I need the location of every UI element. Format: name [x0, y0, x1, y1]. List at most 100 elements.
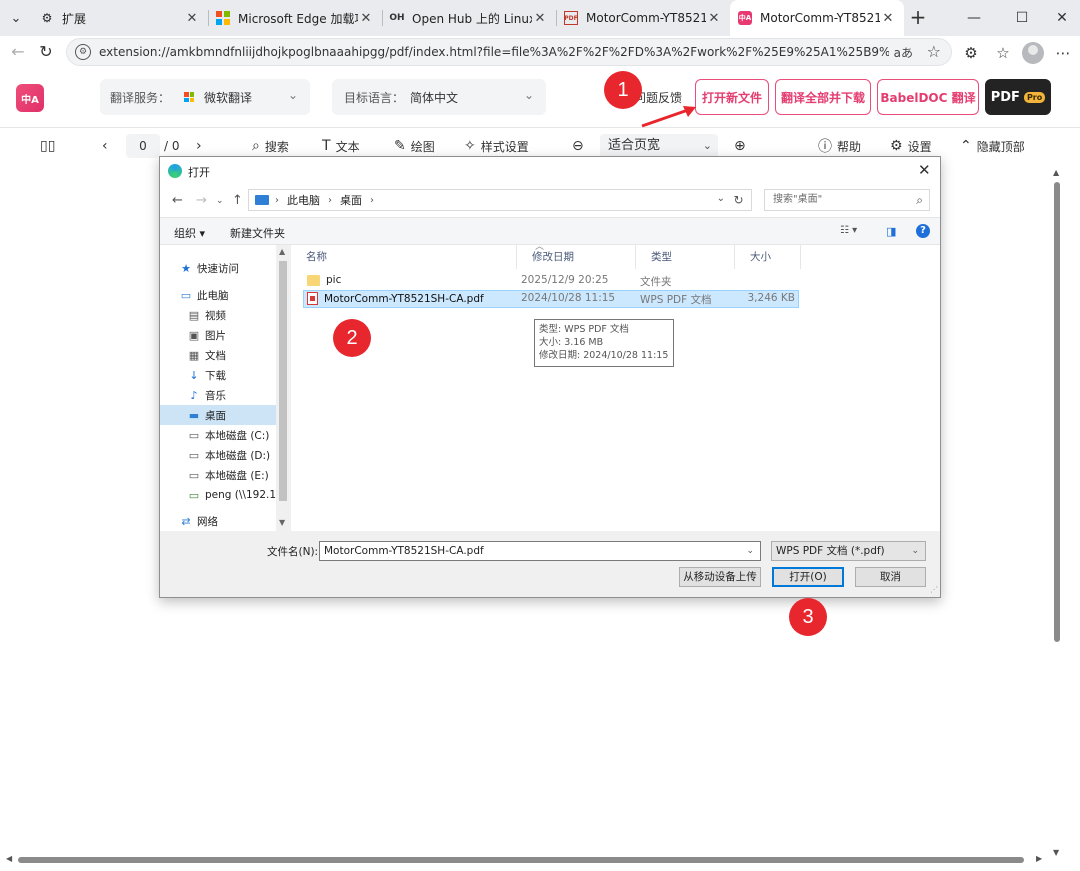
file-row-pic[interactable]: pic 2025/12/9 20:25 文件夹 — [303, 272, 799, 290]
up-folder-icon[interactable]: ↑ — [232, 193, 243, 208]
help-icon[interactable]: ? — [916, 224, 930, 238]
open-new-file-button[interactable]: 打开新文件 — [695, 79, 769, 115]
chevron-down-icon[interactable]: ⌄ — [746, 542, 754, 560]
forward-icon[interactable]: → — [196, 193, 207, 208]
horizontal-scrollbar[interactable]: ◀ ▶ — [0, 854, 1050, 866]
open-button[interactable]: 打开(O) — [772, 567, 844, 587]
new-tab-icon[interactable]: + — [906, 6, 930, 30]
upload-from-mobile-button[interactable]: 从移动设备上传 — [679, 567, 761, 587]
zoom-select[interactable]: 适合页宽 ⌄ — [600, 134, 718, 158]
settings-button[interactable]: ⚙ 设置 — [890, 136, 932, 156]
pro-badge: Pro — [1023, 91, 1046, 103]
scroll-thumb[interactable] — [1054, 182, 1060, 642]
tab-actions-menu-icon[interactable]: ⌄ — [6, 8, 26, 28]
nav-label: 本地磁盘 (E:) — [205, 469, 269, 482]
nav-label: 图片 — [205, 329, 226, 342]
vertical-scrollbar[interactable]: ▲ ▼ — [1052, 168, 1062, 862]
close-window-icon[interactable]: ✕ — [1050, 6, 1074, 30]
file-size: 3,246 KB — [747, 292, 796, 304]
zoom-in-icon[interactable]: ⊕ — [734, 136, 751, 156]
close-tab-icon[interactable]: ✕ — [532, 11, 548, 26]
view-options-icon[interactable]: ☷ ▾ — [840, 225, 857, 236]
refresh-icon[interactable]: ↻ — [726, 189, 752, 211]
extensions-icon[interactable]: ⚙ — [960, 42, 982, 64]
pen-icon: ✎ — [394, 138, 406, 154]
organize-button[interactable]: 组织 ▾ — [174, 225, 205, 241]
nav-desktop[interactable]: ▬ 桌面 — [160, 405, 276, 425]
sidebar-toggle-icon[interactable]: ▯▯ — [40, 136, 60, 156]
nav-label: 下载 — [205, 369, 226, 382]
preview-pane-icon[interactable]: ◨ — [886, 225, 896, 238]
nav-label: 文档 — [205, 349, 226, 362]
babeldoc-translate-button[interactable]: BabelDOC 翻译 — [877, 79, 979, 115]
tab-translate-pdf-active[interactable]: 中A MotorComm-YT8521SH-CA ✕ — [730, 0, 904, 36]
search-button[interactable]: ⌕ 搜索 — [252, 136, 289, 156]
scroll-thumb[interactable] — [279, 261, 287, 501]
more-menu-icon[interactable]: ⋯ — [1052, 42, 1074, 64]
search-input[interactable]: 搜索"桌面" ⌕ — [764, 189, 930, 211]
filename-input[interactable]: MotorComm-YT8521SH-CA.pdf ⌄ — [319, 541, 761, 561]
column-header-type[interactable]: 类型 — [636, 245, 735, 269]
favorites-icon[interactable]: ☆ — [992, 42, 1014, 64]
translate-all-download-button[interactable]: 翻译全部并下载 — [775, 79, 871, 115]
cancel-button[interactable]: 取消 — [855, 567, 926, 587]
chevron-up-circle-icon: ⌃ — [960, 138, 972, 154]
new-folder-button[interactable]: 新建文件夹 — [230, 225, 285, 241]
close-tab-icon[interactable]: ✕ — [880, 11, 896, 26]
close-icon[interactable]: ✕ — [918, 161, 931, 179]
pdf-pro-button[interactable]: PDF Pro — [985, 79, 1051, 115]
close-tab-icon[interactable]: ✕ — [706, 11, 722, 26]
back-icon[interactable]: ← — [172, 193, 183, 208]
dialog-titlebar: 打开 ✕ — [160, 157, 940, 185]
scroll-down-icon[interactable]: ▼ — [1053, 848, 1059, 857]
column-header-name[interactable]: 名称 — [291, 245, 517, 269]
breadcrumb-this-pc[interactable]: 此电脑 — [287, 192, 320, 208]
tab-pdf-file[interactable]: PDF MotorComm-YT8521SH-CA ✕ — [556, 0, 730, 36]
zoom-out-icon[interactable]: ⊖ — [572, 136, 589, 156]
tab-openhub[interactable]: OH Open Hub 上的 Linux 内核开 ✕ — [382, 0, 556, 36]
tab-edge-addons[interactable]: Microsoft Edge 加载项 - 沉浸 ✕ — [208, 0, 382, 36]
picture-icon: ▣ — [188, 328, 200, 342]
previous-page-icon[interactable]: ‹ — [102, 136, 113, 156]
scroll-down-icon[interactable]: ▼ — [279, 518, 285, 527]
back-icon[interactable]: ← — [6, 40, 30, 64]
resize-grip-icon[interactable]: ⋰ — [930, 585, 938, 594]
maximize-icon[interactable]: ☐ — [1010, 6, 1034, 30]
scroll-thumb[interactable] — [18, 857, 1024, 863]
style-settings-button[interactable]: ✧ 样式设置 — [464, 136, 529, 156]
nav-label: 此电脑 — [197, 289, 229, 302]
read-aloud-icon[interactable]: aあ — [894, 44, 913, 61]
text-button[interactable]: T 文本 — [322, 136, 360, 156]
scroll-right-icon[interactable]: ▶ — [1036, 854, 1042, 863]
nav-network-drive[interactable]: ▭ peng (\\192.16 — [188, 485, 276, 505]
nav-pane-scrollbar[interactable]: ▲ ▼ — [276, 245, 290, 531]
scroll-left-icon[interactable]: ◀ — [6, 854, 12, 863]
scroll-up-icon[interactable]: ▲ — [1053, 168, 1059, 177]
address-bar[interactable]: ⚙ extension://amkbmndfnliijdhojkpoglbnaa… — [66, 38, 952, 66]
close-tab-icon[interactable]: ✕ — [358, 11, 374, 26]
tab-extensions[interactable]: ⚙ 扩展 ✕ — [32, 0, 208, 36]
breadcrumb-desktop[interactable]: 桌面 — [340, 192, 362, 208]
column-header-size[interactable]: 大小 — [735, 245, 801, 269]
target-language-select[interactable]: 目标语言： 简体中文 ⌄ — [332, 79, 546, 115]
help-button[interactable]: ⓘ 帮助 — [818, 136, 861, 156]
computer-icon: ▭ — [180, 288, 192, 302]
translation-service-select[interactable]: 翻译服务： 微软翻译 ⌄ — [100, 79, 310, 115]
hide-top-button[interactable]: ⌃ 隐藏顶部 — [960, 136, 1025, 156]
close-tab-icon[interactable]: ✕ — [184, 11, 200, 26]
file-row-pdf-selected[interactable]: MotorComm-YT8521SH-CA.pdf 2024/10/28 11:… — [303, 290, 799, 308]
minimize-icon[interactable]: — — [962, 6, 986, 30]
profile-avatar[interactable] — [1022, 42, 1044, 64]
filetype-select[interactable]: WPS PDF 文档 (*.pdf) ⌄ — [771, 541, 926, 561]
reload-icon[interactable]: ↻ — [34, 40, 58, 64]
column-header-date[interactable]: 修改日期 — [517, 245, 636, 269]
path-breadcrumb[interactable]: › 此电脑 › 桌面 › ⌄ — [248, 189, 752, 211]
scroll-up-icon[interactable]: ▲ — [279, 247, 285, 256]
next-page-icon[interactable]: › — [196, 136, 207, 156]
recent-locations-icon[interactable]: ⌄ — [216, 196, 224, 206]
page-number-input[interactable]: 0 — [126, 134, 160, 158]
chevron-down-icon[interactable]: ⌄ — [717, 193, 725, 204]
favorite-star-icon[interactable]: ☆ — [927, 42, 941, 61]
tab-title: Microsoft Edge 加载项 - 沉浸 — [238, 11, 358, 26]
draw-button[interactable]: ✎ 绘图 — [394, 136, 435, 156]
